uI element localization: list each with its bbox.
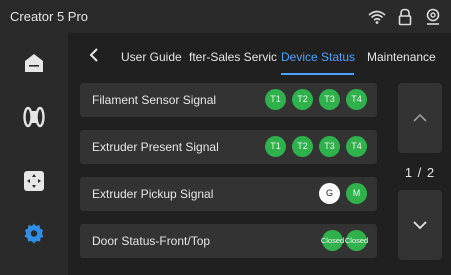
status-badge: T1	[265, 89, 286, 110]
camera-icon[interactable]	[423, 7, 443, 27]
signal-row-extruder-pickup: Extruder Pickup Signal G M	[80, 177, 377, 211]
settings-icon	[24, 223, 44, 244]
sidebar-item-settings[interactable]	[18, 218, 50, 250]
status-badge: T4	[346, 136, 367, 157]
page-indicator: 1 / 2	[404, 165, 436, 180]
signal-badges: Closed Closed	[321, 230, 368, 251]
signal-badges: G M	[319, 183, 367, 204]
status-badge: M	[346, 183, 367, 204]
wifi-icon[interactable]	[367, 7, 387, 27]
tab-user-guide[interactable]: User Guide	[121, 50, 182, 64]
tab-maintenance[interactable]: Maintenance	[367, 50, 436, 64]
signal-label: Filament Sensor Signal	[92, 93, 217, 107]
tab-after-sales-service[interactable]: fter-Sales Servic	[189, 50, 277, 64]
chevron-up-icon	[413, 113, 427, 122]
signal-row-door-status: Door Status-Front/Top Closed Closed	[80, 224, 377, 258]
chevron-down-icon	[413, 221, 427, 230]
status-badge: T2	[292, 136, 313, 157]
page-up-button[interactable]	[398, 83, 442, 153]
chevron-left-icon	[89, 48, 98, 62]
page-down-button[interactable]	[398, 190, 442, 260]
status-badge: T2	[292, 89, 313, 110]
status-badge: T1	[265, 136, 286, 157]
lock-icon[interactable]	[395, 7, 415, 27]
move-icon	[24, 171, 44, 191]
sidebar-item-filament[interactable]	[18, 101, 50, 133]
status-badge: Closed	[321, 230, 344, 251]
status-badge: G	[319, 183, 340, 204]
home-icon	[25, 54, 43, 72]
signal-label: Door Status-Front/Top	[92, 234, 211, 248]
status-icons	[367, 6, 443, 28]
signal-label: Extruder Pickup Signal	[92, 187, 214, 201]
tab-bar: User Guide fter-Sales Servic Device Stat…	[68, 33, 451, 77]
signal-badges: T1 T2 T3 T4	[265, 136, 367, 157]
sidebar-item-home[interactable]	[18, 47, 50, 79]
signal-label: Extruder Present Signal	[92, 140, 219, 154]
filament-icon	[23, 106, 45, 128]
status-badge: Closed	[345, 230, 368, 251]
signal-row-extruder-present: Extruder Present Signal T1 T2 T3 T4	[80, 130, 377, 164]
main-panel: User Guide fter-Sales Servic Device Stat…	[68, 33, 451, 275]
app-title: Creator 5 Pro	[10, 9, 89, 24]
signal-row-filament-sensor: Filament Sensor Signal T1 T2 T3 T4	[80, 83, 377, 117]
back-button[interactable]	[86, 46, 102, 64]
status-badge: T3	[319, 136, 340, 157]
sidebar-item-move[interactable]	[18, 165, 50, 197]
status-badge: T3	[319, 89, 340, 110]
signal-badges: T1 T2 T3 T4	[265, 89, 367, 110]
top-bar: Creator 5 Pro	[0, 0, 451, 33]
sidebar	[0, 33, 68, 275]
tab-device-status[interactable]: Device Status	[281, 50, 355, 64]
active-tab-indicator	[281, 73, 354, 75]
status-badge: T4	[346, 89, 367, 110]
